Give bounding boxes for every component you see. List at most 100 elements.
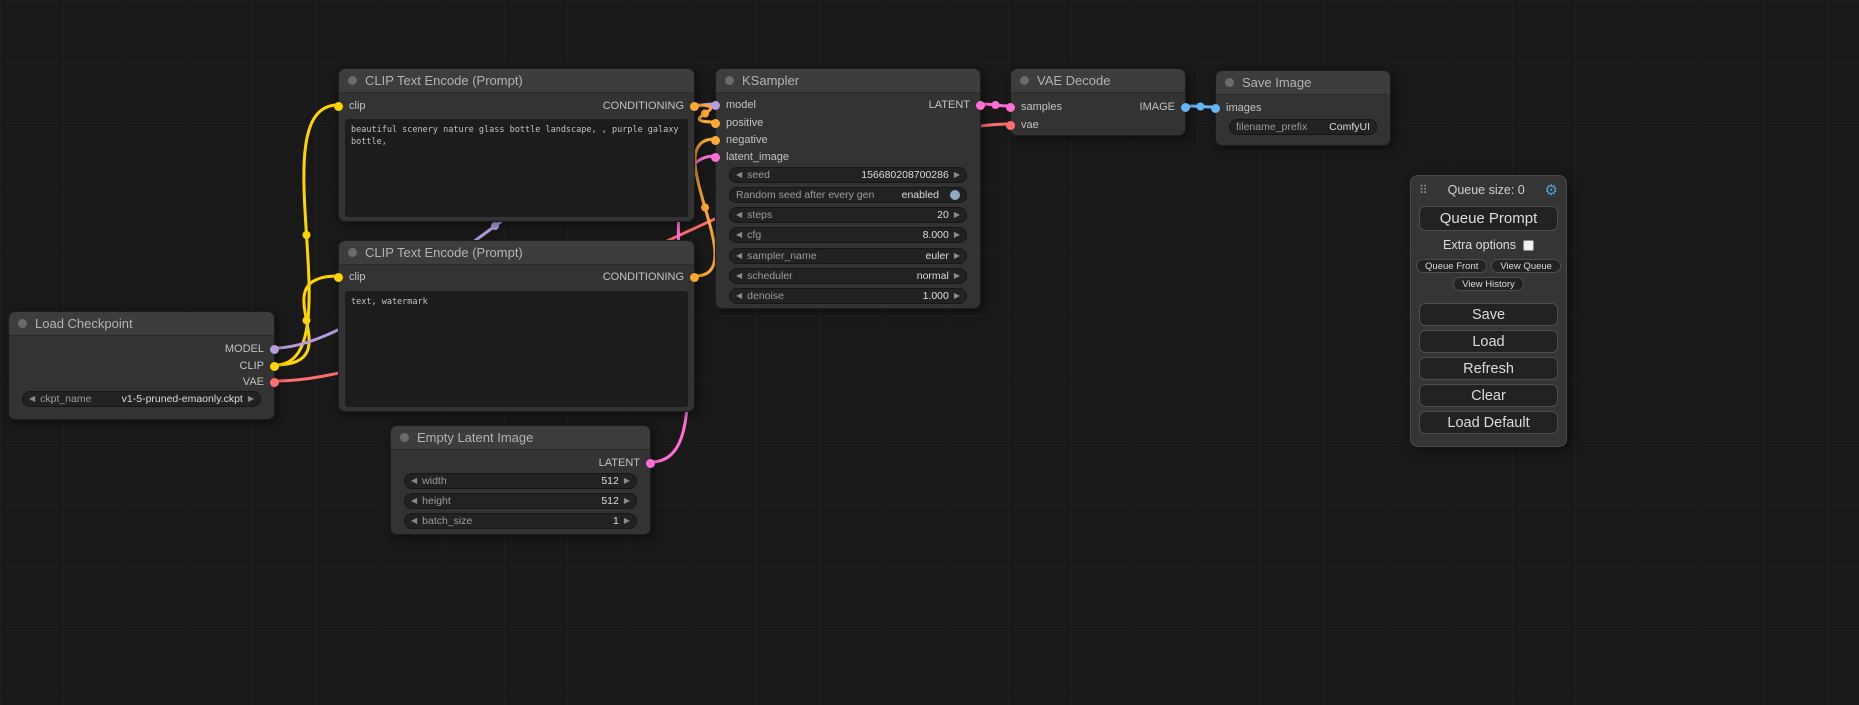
collapse-dot-icon[interactable]	[18, 319, 27, 328]
port-dot-icon[interactable]	[711, 136, 720, 145]
collapse-dot-icon[interactable]	[1225, 78, 1234, 87]
node-load-checkpoint[interactable]: Load Checkpoint MODEL CLIP VAE ◀ ckpt_na…	[8, 311, 275, 420]
port-dot-icon[interactable]	[334, 273, 343, 282]
widget-steps[interactable]: ◀ steps 20 ▶	[729, 207, 967, 223]
output-port-latent[interactable]: LATENT	[599, 456, 655, 470]
port-dot-icon[interactable]	[711, 101, 720, 110]
increment-arrow-icon[interactable]: ▶	[624, 517, 630, 525]
collapse-dot-icon[interactable]	[725, 76, 734, 85]
port-dot-icon[interactable]	[270, 362, 279, 371]
settings-gear-icon[interactable]: ⚙	[1545, 181, 1558, 199]
input-port-samples[interactable]: samples	[1006, 100, 1062, 114]
widget-height[interactable]: ◀ height 512 ▶	[404, 493, 637, 509]
decrement-arrow-icon[interactable]: ◀	[736, 211, 742, 219]
decrement-arrow-icon[interactable]: ◀	[411, 517, 417, 525]
increment-arrow-icon[interactable]: ▶	[954, 292, 960, 300]
node-title-bar[interactable]: Load Checkpoint	[9, 312, 274, 336]
widget-cfg[interactable]: ◀ cfg 8.000 ▶	[729, 227, 967, 243]
view-history-button[interactable]: View History	[1453, 277, 1524, 291]
decrement-arrow-icon[interactable]: ◀	[29, 395, 35, 403]
widget-ckpt-name[interactable]: ◀ ckpt_name v1-5-pruned-emaonly.ckpt ▶	[22, 391, 261, 407]
port-dot-icon[interactable]	[1006, 103, 1015, 112]
clear-button[interactable]: Clear	[1419, 384, 1558, 407]
decrement-arrow-icon[interactable]: ◀	[736, 231, 742, 239]
input-port-negative[interactable]: negative	[711, 133, 768, 147]
graph-canvas[interactable]: Load Checkpoint MODEL CLIP VAE ◀ ckpt_na…	[0, 0, 1859, 705]
port-dot-icon[interactable]	[690, 102, 699, 111]
prompt-textarea[interactable]: beautiful scenery nature glass bottle la…	[345, 119, 688, 217]
port-dot-icon[interactable]	[976, 101, 985, 110]
port-dot-icon[interactable]	[270, 345, 279, 354]
node-title-bar[interactable]: VAE Decode	[1011, 69, 1185, 93]
queue-front-button[interactable]: Queue Front	[1416, 259, 1487, 273]
refresh-button[interactable]: Refresh	[1419, 357, 1558, 380]
node-ksampler[interactable]: KSampler model positive negative latent_…	[715, 68, 981, 309]
collapse-dot-icon[interactable]	[348, 248, 357, 257]
node-title-bar[interactable]: Save Image	[1216, 71, 1390, 95]
input-port-images[interactable]: images	[1211, 101, 1261, 115]
increment-arrow-icon[interactable]: ▶	[624, 497, 630, 505]
port-dot-icon[interactable]	[690, 273, 699, 282]
increment-arrow-icon[interactable]: ▶	[954, 252, 960, 260]
node-vae-decode[interactable]: VAE Decode samples vae IMAGE	[1010, 68, 1186, 136]
drag-handle-icon[interactable]: ⠿	[1419, 183, 1428, 197]
decrement-arrow-icon[interactable]: ◀	[736, 272, 742, 280]
output-port-clip[interactable]: CLIP	[240, 359, 279, 373]
output-port-image[interactable]: IMAGE	[1140, 100, 1190, 114]
node-title-bar[interactable]: Empty Latent Image	[391, 426, 650, 450]
queue-prompt-button[interactable]: Queue Prompt	[1419, 206, 1558, 231]
view-queue-button[interactable]: View Queue	[1491, 259, 1561, 273]
decrement-arrow-icon[interactable]: ◀	[411, 497, 417, 505]
widget-scheduler[interactable]: ◀ scheduler normal ▶	[729, 268, 967, 284]
input-port-clip[interactable]: clip	[334, 99, 366, 113]
node-title-bar[interactable]: CLIP Text Encode (Prompt)	[339, 69, 694, 93]
port-dot-icon[interactable]	[270, 378, 279, 387]
input-port-clip[interactable]: clip	[334, 270, 366, 284]
load-default-button[interactable]: Load Default	[1419, 411, 1558, 434]
widget-width[interactable]: ◀ width 512 ▶	[404, 473, 637, 489]
increment-arrow-icon[interactable]: ▶	[954, 211, 960, 219]
output-port-model[interactable]: MODEL	[225, 342, 279, 356]
node-save-image[interactable]: Save Image images filename_prefix ComfyU…	[1215, 70, 1391, 146]
collapse-dot-icon[interactable]	[1020, 76, 1029, 85]
load-button[interactable]: Load	[1419, 330, 1558, 353]
output-port-conditioning[interactable]: CONDITIONING	[603, 270, 699, 284]
output-port-conditioning[interactable]: CONDITIONING	[603, 99, 699, 113]
save-button[interactable]: Save	[1419, 303, 1558, 326]
extra-options-checkbox[interactable]	[1523, 240, 1534, 251]
widget-denoise[interactable]: ◀ denoise 1.000 ▶	[729, 288, 967, 304]
port-dot-icon[interactable]	[1006, 121, 1015, 130]
widget-seed[interactable]: ◀ seed 156680208700286 ▶	[729, 167, 967, 183]
input-port-positive[interactable]: positive	[711, 116, 763, 130]
port-dot-icon[interactable]	[1211, 104, 1220, 113]
prompt-textarea[interactable]: text, watermark	[345, 291, 688, 407]
input-port-latent-image[interactable]: latent_image	[711, 150, 789, 164]
decrement-arrow-icon[interactable]: ◀	[736, 171, 742, 179]
node-clip-text-encode-negative[interactable]: CLIP Text Encode (Prompt) clip CONDITION…	[338, 240, 695, 412]
port-dot-icon[interactable]	[1181, 103, 1190, 112]
increment-arrow-icon[interactable]: ▶	[248, 395, 254, 403]
widget-sampler-name[interactable]: ◀ sampler_name euler ▶	[729, 248, 967, 264]
node-empty-latent-image[interactable]: Empty Latent Image LATENT ◀ width 512 ▶ …	[390, 425, 651, 535]
decrement-arrow-icon[interactable]: ◀	[736, 252, 742, 260]
port-dot-icon[interactable]	[334, 102, 343, 111]
widget-batch-size[interactable]: ◀ batch_size 1 ▶	[404, 513, 637, 529]
toggle-dot-icon[interactable]	[950, 190, 960, 200]
collapse-dot-icon[interactable]	[348, 76, 357, 85]
port-dot-icon[interactable]	[711, 153, 720, 162]
node-clip-text-encode-positive[interactable]: CLIP Text Encode (Prompt) clip CONDITION…	[338, 68, 695, 222]
port-dot-icon[interactable]	[646, 459, 655, 468]
output-port-latent[interactable]: LATENT	[929, 98, 985, 112]
widget-random-seed-toggle[interactable]: Random seed after every gen enabled	[729, 187, 967, 203]
increment-arrow-icon[interactable]: ▶	[954, 272, 960, 280]
decrement-arrow-icon[interactable]: ◀	[411, 477, 417, 485]
increment-arrow-icon[interactable]: ▶	[954, 231, 960, 239]
node-title-bar[interactable]: KSampler	[716, 69, 980, 93]
input-port-model[interactable]: model	[711, 98, 756, 112]
node-title-bar[interactable]: CLIP Text Encode (Prompt)	[339, 241, 694, 265]
increment-arrow-icon[interactable]: ▶	[624, 477, 630, 485]
input-port-vae[interactable]: vae	[1006, 118, 1039, 132]
port-dot-icon[interactable]	[711, 119, 720, 128]
collapse-dot-icon[interactable]	[400, 433, 409, 442]
increment-arrow-icon[interactable]: ▶	[954, 171, 960, 179]
